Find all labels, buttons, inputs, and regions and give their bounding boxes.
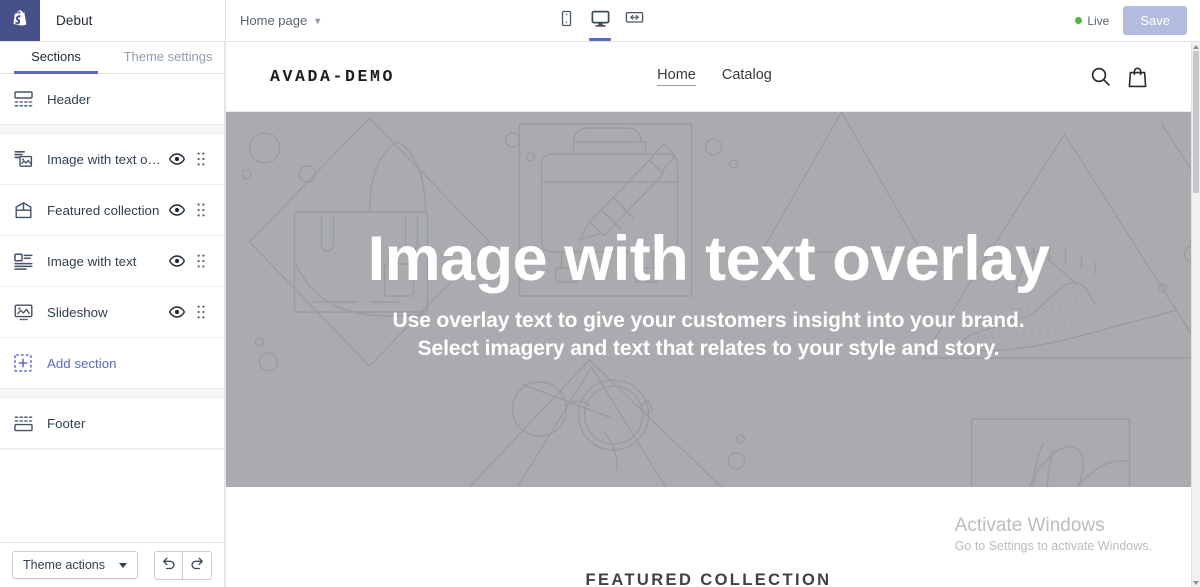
sidebar-item-image-with-text[interactable]: Image with text bbox=[0, 236, 224, 287]
sidebar-item-featured-collection[interactable]: Featured collection bbox=[0, 185, 224, 236]
device-toggle-full-width[interactable] bbox=[620, 1, 648, 41]
live-status-label: Live bbox=[1087, 13, 1110, 28]
shopping-bag-icon[interactable] bbox=[1128, 66, 1147, 88]
storefront-header: AVADA-DEMO Home Catalog bbox=[226, 42, 1191, 112]
redo-icon bbox=[190, 556, 205, 575]
desktop-icon bbox=[591, 10, 610, 28]
store-navigation: Home Catalog bbox=[657, 67, 772, 86]
device-toggle-mobile[interactable] bbox=[552, 1, 580, 41]
sidebar-item-header[interactable]: Header bbox=[0, 74, 224, 125]
undo-icon bbox=[161, 556, 176, 575]
preview-pane: AVADA-DEMO Home Catalog Image with text … bbox=[225, 42, 1200, 587]
storefront-preview: AVADA-DEMO Home Catalog Image with text … bbox=[225, 42, 1191, 587]
sidebar-item-add-section[interactable]: Add section bbox=[0, 338, 224, 389]
top-bar-right: Live Save bbox=[1075, 0, 1200, 41]
shopify-bag-icon bbox=[11, 9, 30, 32]
visibility-toggle-icon[interactable] bbox=[164, 255, 190, 267]
footer-layout-icon bbox=[14, 415, 40, 432]
preview-scrollbar[interactable] bbox=[1191, 42, 1200, 587]
page-selector-label: Home page bbox=[240, 13, 308, 28]
add-section-icon bbox=[14, 354, 40, 372]
redo-button[interactable] bbox=[183, 550, 212, 580]
sidebar-item-label: Add section bbox=[47, 355, 117, 371]
store-header-icons bbox=[1090, 66, 1147, 88]
sidebar-item-label: Image with text ov... bbox=[47, 151, 164, 167]
sidebar-group-divider bbox=[0, 389, 224, 398]
tab-sections[interactable]: Sections bbox=[0, 42, 112, 74]
shopify-theme-editor: Debut Home page ▼ Live Save Sections The… bbox=[0, 0, 1200, 587]
save-button[interactable]: Save bbox=[1123, 6, 1187, 35]
publish-status-badge: Live bbox=[1075, 14, 1109, 28]
drag-handle-icon[interactable] bbox=[190, 152, 212, 166]
theme-actions-button[interactable]: Theme actions bbox=[12, 551, 138, 579]
full-width-icon bbox=[625, 10, 644, 25]
hero-text-block: Image with text overlay Use overlay text… bbox=[367, 223, 1050, 373]
top-bar: Debut Home page ▼ Live Save bbox=[0, 0, 1200, 42]
sidebar-item-label: Footer bbox=[47, 415, 86, 431]
sidebar-item-image-with-text-overlay[interactable]: Image with text ov... bbox=[0, 134, 224, 185]
sidebar-item-label: Image with text bbox=[47, 253, 137, 269]
image-with-text-overlay-icon bbox=[14, 150, 40, 168]
store-logo[interactable]: AVADA-DEMO bbox=[270, 67, 395, 86]
sidebar-empty-space bbox=[0, 449, 224, 450]
drag-handle-icon[interactable] bbox=[190, 254, 212, 268]
device-preview-toggle-group bbox=[552, 0, 648, 42]
sidebar-item-label: Slideshow bbox=[47, 304, 108, 320]
collection-icon bbox=[14, 201, 40, 219]
header-layout-icon bbox=[14, 90, 40, 108]
nav-link-home[interactable]: Home bbox=[657, 67, 696, 86]
visibility-toggle-icon[interactable] bbox=[164, 204, 190, 216]
image-with-text-icon bbox=[14, 252, 40, 270]
hero-image-with-text-overlay[interactable]: Image with text overlay Use overlay text… bbox=[226, 112, 1191, 487]
caret-down-icon bbox=[118, 562, 127, 568]
live-status-dot bbox=[1075, 17, 1083, 24]
drag-handle-icon[interactable] bbox=[190, 305, 212, 319]
featured-collection-title: FEATURED COLLECTION bbox=[585, 571, 832, 587]
featured-collection-section: FEATURED COLLECTION bbox=[226, 487, 1191, 587]
tab-theme-settings[interactable]: Theme settings bbox=[112, 42, 224, 73]
editor-body: Sections Theme settings Header Image wit… bbox=[0, 42, 1200, 587]
sidebar-item-footer[interactable]: Footer bbox=[0, 398, 224, 449]
scrollbar-thumb[interactable] bbox=[1193, 51, 1199, 193]
device-toggle-desktop[interactable] bbox=[586, 1, 614, 41]
sidebar-footer: Theme actions bbox=[0, 542, 224, 587]
search-icon[interactable] bbox=[1090, 66, 1111, 87]
mobile-icon bbox=[559, 10, 574, 27]
sidebar-item-slideshow[interactable]: Slideshow bbox=[0, 287, 224, 338]
sidebar-tabs: Sections Theme settings bbox=[0, 42, 224, 74]
theme-name: Debut bbox=[40, 0, 226, 41]
sidebar-group-divider bbox=[0, 125, 224, 134]
drag-handle-icon[interactable] bbox=[190, 203, 212, 217]
visibility-toggle-icon[interactable] bbox=[164, 306, 190, 318]
hero-subtext-line-2: Select imagery and text that relates to … bbox=[417, 336, 1000, 360]
sidebar: Sections Theme settings Header Image wit… bbox=[0, 42, 225, 587]
scroll-up-arrow-icon[interactable] bbox=[1192, 42, 1200, 51]
sections-list: Header Image with text ov... Featured co… bbox=[0, 74, 224, 542]
history-button-group bbox=[154, 550, 212, 580]
chevron-down-icon: ▼ bbox=[313, 16, 323, 26]
scroll-down-arrow-icon[interactable] bbox=[1192, 578, 1200, 587]
nav-link-catalog[interactable]: Catalog bbox=[722, 67, 772, 86]
undo-button[interactable] bbox=[154, 550, 183, 580]
visibility-toggle-icon[interactable] bbox=[164, 153, 190, 165]
theme-actions-label: Theme actions bbox=[23, 558, 105, 572]
sidebar-item-label: Featured collection bbox=[47, 202, 160, 218]
page-selector[interactable]: Home page ▼ bbox=[226, 0, 336, 41]
shopify-logo[interactable] bbox=[0, 0, 40, 41]
hero-subtext-line-1: Use overlay text to give your customers … bbox=[392, 308, 1025, 332]
sidebar-item-label: Header bbox=[47, 91, 91, 107]
slideshow-icon bbox=[14, 304, 40, 321]
hero-heading: Image with text overlay bbox=[367, 223, 1050, 294]
